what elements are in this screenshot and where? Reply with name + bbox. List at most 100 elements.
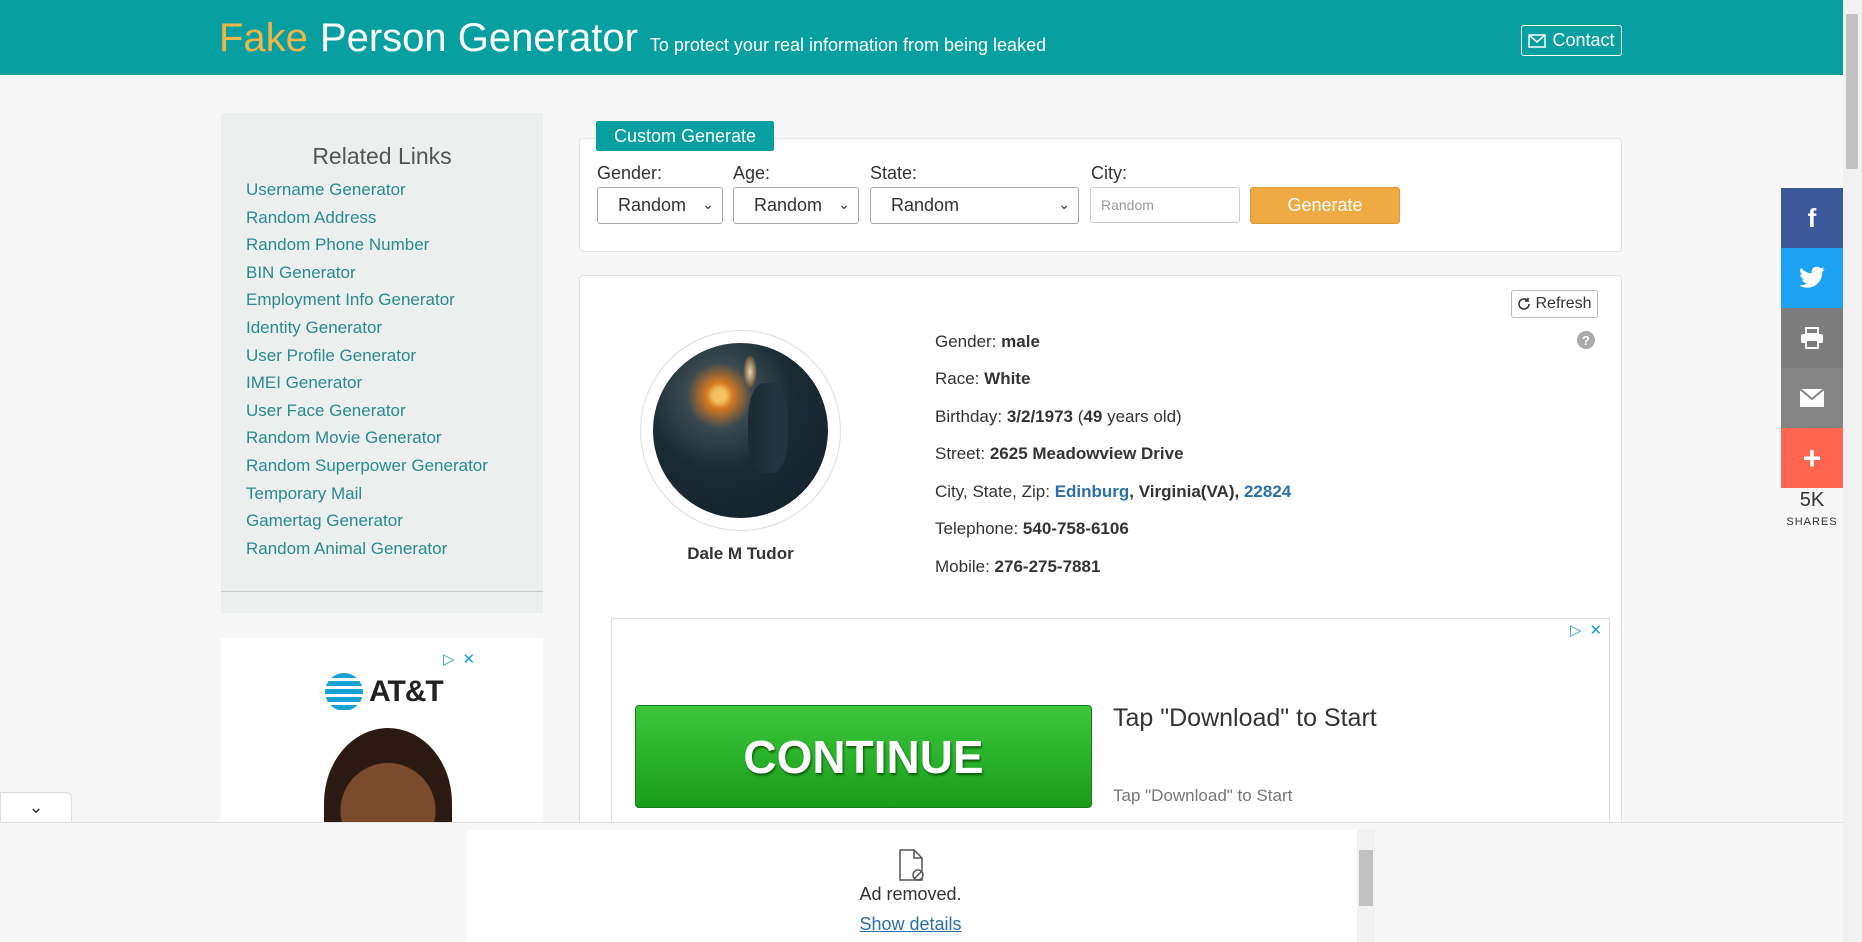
age-select-value: Random bbox=[754, 195, 823, 215]
share-twitter-button[interactable] bbox=[1781, 248, 1843, 308]
city-input[interactable]: Random bbox=[1090, 187, 1240, 223]
sidebar-link-temporary-mail[interactable]: Temporary Mail bbox=[246, 482, 543, 510]
sidebar-link-user-profile-generator[interactable]: User Profile Generator bbox=[246, 344, 543, 372]
refresh-icon bbox=[1518, 298, 1531, 310]
info-telephone-label: Telephone: bbox=[935, 519, 1019, 538]
sidebar-link-username-generator[interactable]: Username Generator bbox=[246, 178, 543, 206]
ad-choices-icon[interactable]: ▷ bbox=[1570, 621, 1582, 639]
envelope-icon bbox=[1528, 33, 1547, 48]
sidebar-link-random-animal-generator[interactable]: Random Animal Generator bbox=[246, 537, 543, 565]
sidebar-link-user-face-generator[interactable]: User Face Generator bbox=[246, 399, 543, 427]
contact-button[interactable]: Contact bbox=[1521, 25, 1622, 56]
att-globe-icon bbox=[325, 673, 363, 711]
side-advertisement[interactable]: ▷ ✕ AT&T bbox=[221, 638, 543, 838]
bottom-scrollbar-thumb[interactable] bbox=[1359, 850, 1373, 906]
age-select[interactable]: Random ⌄ bbox=[733, 187, 859, 224]
share-label: SHARES bbox=[1786, 516, 1838, 528]
state-select[interactable]: Random ⌄ bbox=[870, 187, 1079, 224]
info-age-suffix: years old) bbox=[1107, 407, 1182, 426]
ad-choices-icon[interactable]: ▷ bbox=[443, 650, 455, 668]
sidebar-link-random-address[interactable]: Random Address bbox=[246, 206, 543, 234]
share-print-button[interactable] bbox=[1781, 308, 1843, 368]
info-birthday: Birthday: 3/2/1973 (49 years old) bbox=[935, 407, 1182, 427]
ad-subtitle: Tap "Download" to Start bbox=[1113, 786, 1293, 805]
sidebar-link-employment-info-generator[interactable]: Employment Info Generator bbox=[246, 288, 543, 316]
close-icon[interactable]: ✕ bbox=[1590, 621, 1603, 639]
share-count: 5K bbox=[1799, 489, 1825, 511]
share-email-button[interactable] bbox=[1781, 368, 1843, 428]
site-header: Fake Person Generator To protect your re… bbox=[0, 0, 1843, 75]
state-select-value: Random bbox=[891, 195, 960, 215]
contact-label: Contact bbox=[1552, 30, 1615, 50]
info-birthday-label: Birthday: bbox=[935, 407, 1003, 426]
person-name: Dale M Tudor bbox=[687, 544, 794, 563]
ad-continue-button[interactable]: CONTINUE bbox=[635, 705, 1092, 808]
info-race: Race: White bbox=[935, 369, 1030, 389]
att-logo: AT&T bbox=[325, 673, 444, 711]
custom-generate-tab: Custom Generate bbox=[596, 121, 774, 151]
collapse-bottom-bar-button[interactable]: ⌄ bbox=[0, 792, 72, 822]
ad-removed-text: Ad removed. bbox=[859, 884, 962, 904]
info-street-label: Street: bbox=[935, 444, 986, 463]
att-brand-text: AT&T bbox=[369, 675, 444, 708]
info-race-label: Race: bbox=[935, 369, 980, 388]
email-icon bbox=[1799, 388, 1825, 407]
refresh-button[interactable]: Refresh bbox=[1511, 290, 1598, 318]
sidebar-link-random-movie-generator[interactable]: Random Movie Generator bbox=[246, 426, 543, 454]
gender-select-value: Random bbox=[618, 195, 687, 215]
city-input-placeholder: Random bbox=[1101, 197, 1154, 213]
info-mobile-label: Mobile: bbox=[935, 557, 990, 576]
age-label: Age: bbox=[733, 163, 771, 183]
info-city-state-zip: City, State, Zip: Edinburg, Virginia(VA)… bbox=[935, 482, 1292, 501]
gender-select[interactable]: Random ⌄ bbox=[597, 187, 723, 224]
sidebar-link-imei-generator[interactable]: IMEI Generator bbox=[246, 371, 543, 399]
site-logo[interactable]: Fake Person Generator To protect your re… bbox=[219, 16, 1046, 61]
sidebar-link-random-phone-number[interactable]: Random Phone Number bbox=[246, 233, 543, 261]
ad-title[interactable]: Tap "Download" to Start bbox=[1113, 704, 1377, 733]
chevron-down-icon: ⌄ bbox=[28, 797, 44, 817]
sidebar-link-bin-generator[interactable]: BIN Generator bbox=[246, 261, 543, 289]
sidebar-link-random-superpower-generator[interactable]: Random Superpower Generator bbox=[246, 454, 543, 482]
show-details-link[interactable]: Show details bbox=[858, 914, 963, 935]
sidebar-divider bbox=[221, 591, 543, 592]
ad-removed-icon bbox=[899, 849, 924, 881]
close-icon[interactable]: ✕ bbox=[463, 650, 476, 668]
generate-button[interactable]: Generate bbox=[1250, 187, 1400, 224]
page-scrollbar-thumb[interactable] bbox=[1846, 14, 1858, 169]
chevron-down-icon: ⌄ bbox=[1058, 196, 1070, 212]
info-age-value: 49 bbox=[1083, 407, 1103, 426]
share-facebook-button[interactable]: f bbox=[1781, 188, 1843, 248]
info-gender: Gender: male bbox=[935, 332, 1040, 352]
avatar-silhouette bbox=[748, 383, 788, 473]
print-icon bbox=[1801, 327, 1823, 349]
sidebar-link-identity-generator[interactable]: Identity Generator bbox=[246, 316, 543, 344]
gender-label: Gender: bbox=[597, 163, 663, 183]
sidebar-link-gamertag-generator[interactable]: Gamertag Generator bbox=[246, 509, 543, 537]
related-links-sidebar: Related Links Username Generator Random … bbox=[221, 113, 543, 613]
chevron-down-icon: ⌄ bbox=[702, 196, 714, 212]
zip-link[interactable]: 22824 bbox=[1244, 482, 1291, 501]
info-telephone: Telephone: 540-758-6106 bbox=[935, 519, 1129, 539]
info-birthday-value: 3/2/1973 bbox=[1006, 407, 1074, 426]
info-street-value: 2625 Meadowview Drive bbox=[989, 444, 1184, 463]
info-gender-label: Gender: bbox=[935, 332, 997, 351]
info-state-value: Virginia(VA) bbox=[1138, 482, 1235, 501]
chevron-down-icon: ⌄ bbox=[838, 196, 850, 212]
help-icon[interactable]: ? bbox=[1577, 331, 1595, 349]
info-mobile-value: 276-275-7881 bbox=[994, 557, 1101, 576]
info-mobile: Mobile: 276-275-7881 bbox=[935, 557, 1100, 577]
facebook-icon: f bbox=[1807, 202, 1817, 233]
info-gender-value: male bbox=[1001, 332, 1040, 351]
side-ad-controls: ▷ ✕ bbox=[443, 650, 475, 668]
avatar bbox=[653, 343, 828, 518]
info-csz-label: City, State, Zip: bbox=[935, 482, 1050, 501]
twitter-icon bbox=[1799, 266, 1825, 288]
info-telephone-value: 540-758-6106 bbox=[1022, 519, 1129, 538]
refresh-label: Refresh bbox=[1535, 295, 1592, 312]
inline-ad-controls: ▷ ✕ bbox=[1570, 621, 1602, 639]
city-label: City: bbox=[1091, 163, 1127, 183]
state-label: State: bbox=[870, 163, 918, 183]
logo-main-text: Person Generator bbox=[319, 16, 638, 60]
share-more-button[interactable]: + bbox=[1781, 428, 1843, 488]
city-link[interactable]: Edinburg bbox=[1055, 482, 1130, 501]
